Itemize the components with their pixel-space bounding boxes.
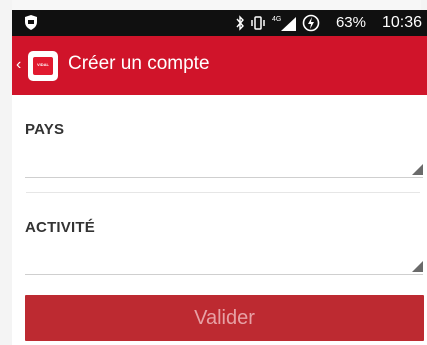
status-bar: 4G 63% 10:36 bbox=[12, 10, 427, 36]
section-divider bbox=[26, 192, 420, 193]
vidal-logo[interactable]: VIDAL bbox=[28, 51, 58, 81]
dropdown-corner-icon bbox=[412, 261, 423, 272]
clock: 10:36 bbox=[381, 14, 422, 31]
dropdown-corner-icon bbox=[412, 164, 423, 175]
submit-button[interactable]: Valider bbox=[25, 295, 424, 341]
battery-percentage: 63% bbox=[335, 14, 366, 31]
logo-badge: VIDAL bbox=[33, 57, 53, 75]
form-content: PAYS ACTIVITÉ Valider bbox=[12, 95, 427, 345]
shield-icon bbox=[25, 15, 37, 30]
activity-label: ACTIVITÉ bbox=[25, 219, 95, 236]
logo-text: VIDAL bbox=[37, 62, 49, 67]
battery-icon bbox=[302, 14, 320, 32]
app-screen: 4G 63% 10:36 ‹ VIDAL Créer un compte PAY… bbox=[0, 0, 427, 345]
back-chevron-icon[interactable]: ‹ bbox=[16, 56, 21, 74]
signal-icon: 4G bbox=[272, 16, 296, 31]
screen-left-edge bbox=[0, 0, 12, 345]
country-spinner[interactable] bbox=[25, 155, 423, 178]
activity-spinner[interactable] bbox=[25, 252, 423, 275]
network-type-label: 4G bbox=[272, 16, 281, 23]
vibrate-icon bbox=[251, 16, 265, 30]
country-label: PAYS bbox=[25, 121, 65, 138]
app-bar: ‹ VIDAL Créer un compte bbox=[12, 36, 427, 95]
status-icons: 4G bbox=[236, 14, 320, 32]
page-title: Créer un compte bbox=[68, 53, 210, 74]
bluetooth-icon bbox=[236, 15, 244, 31]
